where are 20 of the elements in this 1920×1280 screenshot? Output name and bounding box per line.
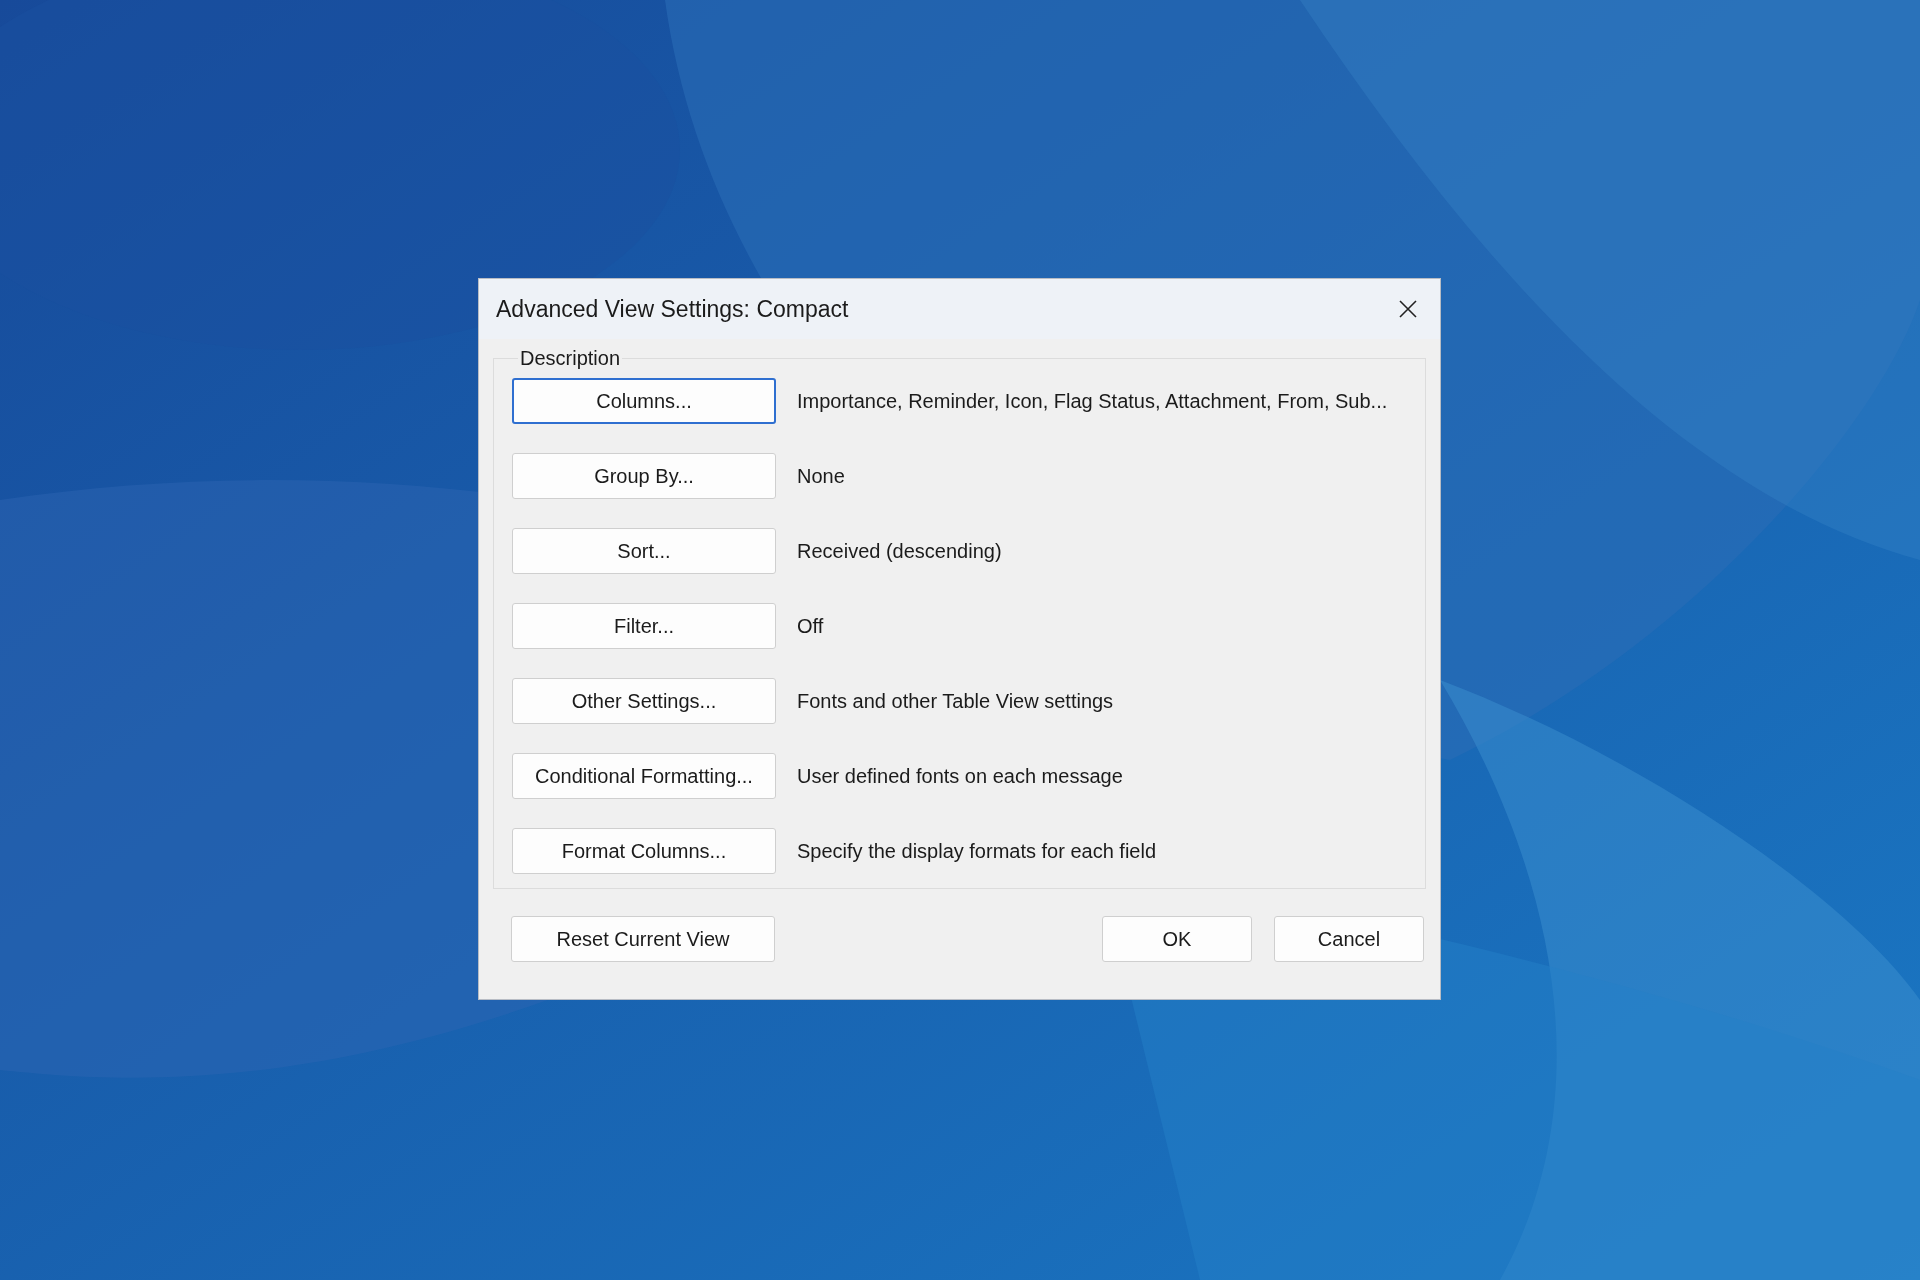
settings-button[interactable]: Sort... [512,528,776,574]
close-icon [1398,299,1418,319]
settings-button[interactable]: Group By... [512,453,776,499]
dialog-button[interactable]: Cancel [1274,916,1424,962]
setting-description: Received (descending) [797,539,1002,563]
settings-button[interactable]: Columns... [512,378,776,424]
group-label: Description [519,347,622,370]
window-title: Advanced View Settings: Compact [496,295,849,323]
setting-description: Fonts and other Table View settings [797,689,1114,713]
setting-description: None [797,464,845,488]
settings-button[interactable]: Filter... [512,603,776,649]
setting-description: Importance, Reminder, Icon, Flag Status, Attachment, From, Sub... [797,389,1388,413]
settings-button[interactable]: Format Columns... [512,828,776,874]
reset-button[interactable]: Reset Current View [511,916,775,962]
setting-description: Specify the display formats for each field [797,839,1157,863]
setting-description: User defined fonts on each message [797,764,1123,788]
setting-description: Off [797,614,824,638]
settings-button[interactable]: Conditional Formatting... [512,753,776,799]
dialog-button[interactable]: OK [1102,916,1252,962]
settings-button[interactable]: Other Settings... [512,678,776,724]
